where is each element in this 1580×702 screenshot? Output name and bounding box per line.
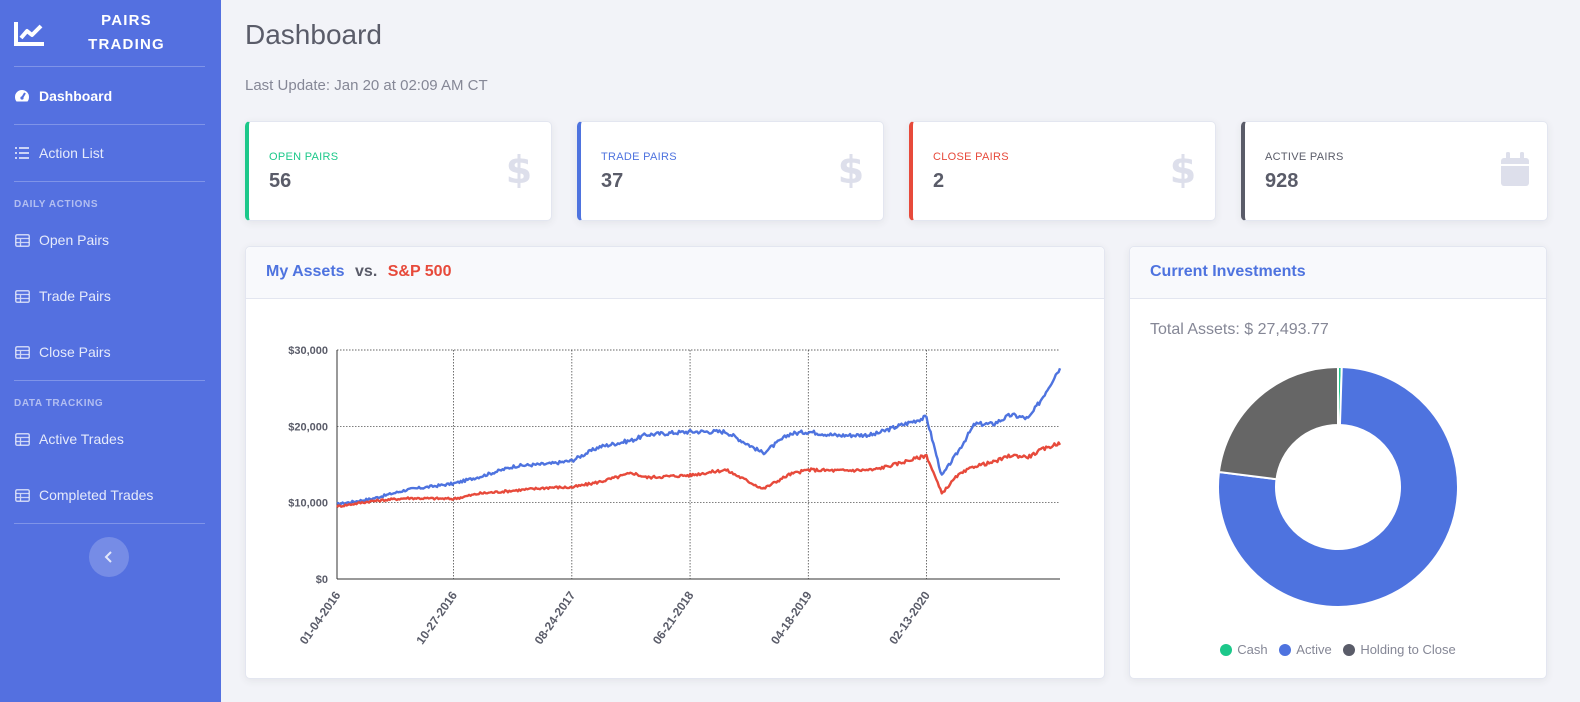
brand-name: PAIRS TRADING: [46, 9, 221, 57]
stat-label: TRADE PAIRS: [601, 151, 677, 163]
assets-title: My Assets: [266, 263, 345, 280]
sidebar-item-action-list[interactable]: Action List: [0, 125, 221, 181]
stat-label: CLOSE PAIRS: [933, 151, 1009, 163]
stat-label: OPEN PAIRS: [269, 151, 339, 163]
chart-legend: Cash Active Holding to Close: [1130, 642, 1546, 659]
brand[interactable]: PAIRS TRADING: [0, 0, 221, 66]
investments-donut-chart[interactable]: [1130, 362, 1546, 622]
series-line-my-assets: [336, 367, 1062, 506]
stat-value: 56: [269, 170, 292, 192]
x-tick-label: 02-13-2020: [886, 588, 933, 647]
y-tick-label: $0: [316, 574, 328, 586]
sidebar-toggle-button[interactable]: [89, 537, 129, 577]
x-tick-label: 10-27-2016: [413, 588, 460, 647]
section-heading-data-tracking: DATA TRACKING: [14, 398, 104, 409]
sidebar-item-label: Active Trades: [39, 431, 124, 447]
table-icon: [14, 288, 30, 304]
sidebar: PAIRS TRADING Dashboard Action List DAIL…: [0, 0, 221, 702]
x-tick-label: 06-21-2018: [650, 588, 697, 647]
list-icon: [14, 145, 30, 161]
line-chart-icon: [14, 22, 44, 46]
svg-text:$: $: [838, 152, 864, 188]
brand-line-2: TRADING: [88, 36, 165, 53]
legend-swatch: [1279, 643, 1292, 656]
stat-value: 928: [1265, 170, 1299, 192]
donut-slice-holding-to-close: [1217, 365, 1339, 481]
legend-label: Active: [1296, 642, 1332, 657]
assets-card-header: My Assets vs. S&P 500: [246, 247, 1104, 299]
page-title: Dashboard: [245, 19, 382, 50]
sidebar-item-label: Completed Trades: [39, 487, 154, 503]
y-tick-label: $20,000: [288, 421, 328, 433]
legend-label: Cash: [1237, 642, 1268, 657]
sidebar-item-open-pairs[interactable]: Open Pairs: [0, 212, 221, 268]
table-icon: [14, 232, 30, 248]
x-tick-label: 01-04-2016: [297, 588, 344, 647]
sidebar-item-label: Open Pairs: [39, 232, 110, 248]
x-tick-label: 08-24-2017: [532, 588, 579, 647]
sidebar-item-active-trades[interactable]: Active Trades: [0, 411, 221, 467]
dollar-icon: $: [506, 152, 532, 188]
investments-title: Current Investments: [1150, 263, 1306, 280]
stat-card-close-pairs[interactable]: CLOSE PAIRS 2 $: [909, 121, 1216, 221]
legend-swatch: [1220, 643, 1233, 656]
section-heading-daily-actions: DAILY ACTIONS: [14, 199, 99, 210]
assets-chart-card: My Assets vs. S&P 500 $0 $10,000 $20,000 $3…: [245, 246, 1105, 679]
table-icon: [14, 344, 30, 360]
sidebar-item-label: Dashboard: [39, 87, 113, 104]
y-tick-label: $30,000: [288, 345, 328, 357]
legend-swatch: [1343, 643, 1356, 656]
stat-value: 37: [601, 170, 624, 192]
legend-label: Holding to Close: [1360, 642, 1456, 657]
stat-card-active-pairs[interactable]: ACTIVE PAIRS 928: [1241, 121, 1548, 221]
stat-card-trade-pairs[interactable]: TRADE PAIRS 37 $: [577, 121, 884, 221]
table-icon: [14, 487, 30, 503]
sidebar-item-label: Close Pairs: [39, 344, 111, 360]
legend-item-cash[interactable]: Cash: [1220, 642, 1268, 657]
stat-card-open-pairs[interactable]: OPEN PAIRS 56 $: [245, 121, 552, 221]
dollar-icon: $: [838, 152, 864, 188]
sidebar-item-close-pairs[interactable]: Close Pairs: [0, 324, 221, 380]
sidebar-divider: [14, 523, 205, 524]
brand-line-1: PAIRS: [101, 12, 152, 29]
sidebar-item-trade-pairs[interactable]: Trade Pairs: [0, 268, 221, 324]
chevron-left-icon: [104, 551, 112, 563]
legend-item-active[interactable]: Active: [1279, 642, 1332, 657]
series-line-sp500: [336, 441, 1062, 508]
assets-line-chart[interactable]: $0 $10,000 $20,000 $30,000 01-04-2016 10-27-2…: [246, 299, 1104, 677]
svg-text:$: $: [1170, 152, 1196, 188]
investments-card: Current Investments Total Assets: $ 27,4…: [1129, 246, 1547, 679]
table-icon: [14, 431, 30, 447]
sidebar-item-dashboard[interactable]: Dashboard: [0, 67, 221, 124]
vs-label: vs.: [355, 263, 378, 280]
x-tick-label: 04-18-2019: [768, 588, 815, 647]
sidebar-item-completed-trades[interactable]: Completed Trades: [0, 467, 221, 523]
stat-value: 2: [933, 170, 945, 192]
sp500-title: S&P 500: [387, 263, 452, 280]
dollar-icon: $: [1170, 152, 1196, 188]
total-assets-text: Total Assets: $ 27,493.77: [1150, 321, 1329, 338]
investments-card-header: Current Investments: [1130, 247, 1546, 299]
gauge-icon: [14, 88, 30, 104]
legend-item-holding[interactable]: Holding to Close: [1343, 642, 1456, 657]
calendar-icon: [1501, 152, 1529, 186]
sidebar-item-label: Action List: [39, 145, 104, 161]
stat-label: ACTIVE PAIRS: [1265, 151, 1344, 163]
sidebar-item-label: Trade Pairs: [39, 288, 111, 304]
y-tick-label: $10,000: [288, 498, 328, 510]
svg-text:$: $: [506, 152, 532, 188]
last-update-text: Last Update: Jan 20 at 02:09 AM CT: [245, 77, 488, 94]
